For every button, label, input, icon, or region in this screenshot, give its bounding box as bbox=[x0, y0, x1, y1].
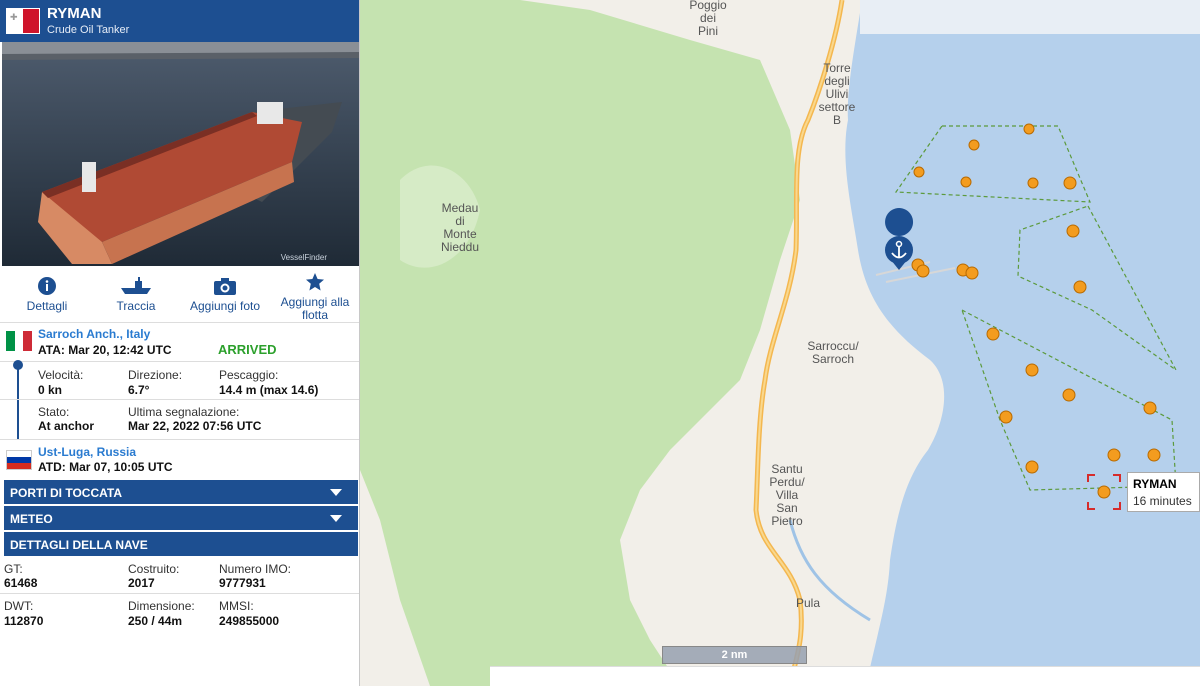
vessel-marker[interactable] bbox=[965, 266, 979, 280]
built-label: Costruito: bbox=[128, 562, 180, 576]
mmsi-label: MMSI: bbox=[219, 599, 254, 613]
action-label: Aggiungi foto bbox=[189, 299, 261, 313]
state-value: At anchor bbox=[38, 419, 95, 433]
dwt-label: DWT: bbox=[4, 599, 34, 613]
vessel-marker[interactable] bbox=[1066, 224, 1080, 238]
chevron-down-icon bbox=[330, 515, 342, 522]
course-label: Direzione: bbox=[128, 368, 183, 382]
speed-value: 0 kn bbox=[38, 383, 63, 397]
vessel-marker[interactable] bbox=[986, 327, 1000, 341]
vessel-marker[interactable] bbox=[1025, 460, 1039, 474]
ship-icon bbox=[121, 277, 151, 294]
details-row-2: DWT: 112870 Dimensione: 250 / 44m MMSI: … bbox=[0, 594, 359, 634]
vessel-marker[interactable] bbox=[1107, 448, 1121, 462]
weather-section-title: METEO bbox=[10, 512, 53, 526]
photo-watermark: VesselFinder bbox=[281, 253, 328, 262]
ports-section-toggle[interactable]: PORTI DI TOCCATA bbox=[4, 480, 358, 504]
ports-section-title: PORTI DI TOCCATA bbox=[10, 486, 122, 500]
action-bar: Dettagli Traccia Aggiungi foto Aggiungi … bbox=[0, 268, 359, 323]
vessel-marker[interactable] bbox=[1147, 448, 1161, 462]
vessel-marker[interactable] bbox=[1063, 176, 1077, 190]
speed-label: Velocità: bbox=[38, 368, 84, 382]
map-canvas[interactable]: Poggio dei Pini Torre degli Ulivi settore B Me… bbox=[360, 0, 1200, 686]
camera-icon bbox=[214, 278, 236, 295]
vessel-marker[interactable] bbox=[913, 166, 925, 178]
vessel-marker[interactable] bbox=[1025, 363, 1039, 377]
details-section-title: DETTAGLI DELLA NAVE bbox=[10, 538, 148, 552]
vessel-marker[interactable] bbox=[916, 264, 930, 278]
size-label: Dimensione: bbox=[128, 599, 195, 613]
vessel-markers[interactable] bbox=[911, 123, 1161, 474]
gt-value: 61468 bbox=[4, 576, 38, 590]
vessel-marker[interactable] bbox=[999, 410, 1013, 424]
tooltip-age: 16 minutes bbox=[1133, 494, 1192, 508]
speed-row: Velocità: 0 kn Direzione: 6.7° Pescaggio… bbox=[0, 362, 359, 400]
scale-bar: 2 nm bbox=[662, 646, 807, 664]
origin-row: Ust-Luga, Russia ATD: Mar 07, 10:05 UTC bbox=[0, 440, 359, 478]
departure-time: ATD: Mar 07, 10:05 UTC bbox=[38, 460, 173, 474]
russia-flag-icon bbox=[6, 450, 32, 470]
italy-flag-icon bbox=[6, 331, 32, 351]
last-report-label: Ultima segnalazione: bbox=[128, 405, 240, 419]
map-view[interactable]: Poggio dei Pini Torre degli Ulivi settore B Me… bbox=[360, 0, 1200, 686]
destination-port-link[interactable]: Sarroch Anch., Italy bbox=[38, 327, 150, 341]
place-label: Medau di Monte Nieddu bbox=[441, 201, 479, 254]
arrival-status-badge: ARRIVED bbox=[218, 342, 277, 357]
info-icon bbox=[38, 277, 56, 295]
vessel-type: Crude Oil Tanker bbox=[47, 24, 130, 36]
add-to-fleet-button[interactable]: Aggiungi alla flotta bbox=[271, 272, 359, 322]
course-value: 6.7° bbox=[128, 383, 150, 397]
last-report-value: Mar 22, 2022 07:56 UTC bbox=[128, 419, 262, 433]
destination-row: Sarroch Anch., Italy ATA: Mar 20, 12:42 … bbox=[0, 322, 359, 362]
imo-label: Numero IMO: bbox=[219, 562, 292, 576]
gt-label: GT: bbox=[4, 562, 23, 576]
track-button[interactable]: Traccia bbox=[92, 276, 180, 313]
vessel-marker[interactable] bbox=[1062, 388, 1076, 402]
details-row-1: GT: 61468 Costruito: 2017 Numero IMO: 97… bbox=[0, 556, 359, 594]
status-row: Stato: At anchor Ultima segnalazione: Ma… bbox=[0, 400, 359, 440]
origin-port-link[interactable]: Ust-Luga, Russia bbox=[38, 445, 136, 459]
details-section-header[interactable]: DETTAGLI DELLA NAVE bbox=[4, 532, 358, 556]
dwt-value: 112870 bbox=[4, 614, 44, 628]
map-footer bbox=[490, 666, 1200, 686]
action-label: Traccia bbox=[116, 299, 156, 313]
action-label: Aggiungi alla flotta bbox=[280, 295, 350, 322]
draught-value: 14.4 m (max 14.6) bbox=[219, 383, 319, 397]
vessel-panel: ✚ RYMAN Crude Oil Tanker VesselFinder De… bbox=[0, 0, 360, 686]
draught-label: Pescaggio: bbox=[219, 368, 279, 382]
weather-section-toggle[interactable]: METEO bbox=[4, 506, 358, 530]
vessel-header: ✚ RYMAN Crude Oil Tanker bbox=[0, 0, 359, 42]
vessel-marker[interactable] bbox=[1027, 177, 1039, 189]
place-label: Pula bbox=[796, 596, 820, 610]
anchor-pin-icon[interactable] bbox=[885, 208, 914, 270]
imo-value: 9777931 bbox=[219, 576, 266, 590]
built-value: 2017 bbox=[128, 576, 155, 590]
action-label: Dettagli bbox=[26, 299, 68, 313]
vessel-photo[interactable]: VesselFinder bbox=[2, 42, 360, 266]
vessel-marker[interactable] bbox=[1073, 280, 1087, 294]
vessel-marker[interactable] bbox=[1023, 123, 1035, 135]
details-button[interactable]: Dettagli bbox=[3, 276, 91, 313]
anchorage-zone-2 bbox=[1017, 205, 1177, 371]
vessel-marker[interactable] bbox=[960, 176, 972, 188]
arrival-time: ATA: Mar 20, 12:42 UTC bbox=[38, 343, 172, 357]
anchorage-zone-1 bbox=[894, 125, 1091, 203]
add-photo-button[interactable]: Aggiungi foto bbox=[181, 276, 269, 313]
mmsi-value: 249855000 bbox=[219, 614, 280, 628]
vessel-name: RYMAN bbox=[47, 5, 102, 22]
vessel-marker[interactable] bbox=[968, 139, 980, 151]
selected-vessel-marker[interactable] bbox=[1097, 485, 1111, 499]
vessel-tooltip: RYMAN 16 minutes bbox=[1127, 472, 1200, 512]
size-value: 250 / 44m bbox=[128, 614, 183, 628]
tooltip-name: RYMAN bbox=[1133, 477, 1177, 491]
place-label: Sarroccu/Sarroch bbox=[807, 339, 859, 366]
malta-flag-icon: ✚ bbox=[6, 8, 40, 34]
vessel-marker[interactable] bbox=[1143, 401, 1157, 415]
state-label: Stato: bbox=[38, 405, 70, 419]
chevron-down-icon bbox=[330, 489, 342, 496]
star-icon bbox=[306, 273, 324, 291]
